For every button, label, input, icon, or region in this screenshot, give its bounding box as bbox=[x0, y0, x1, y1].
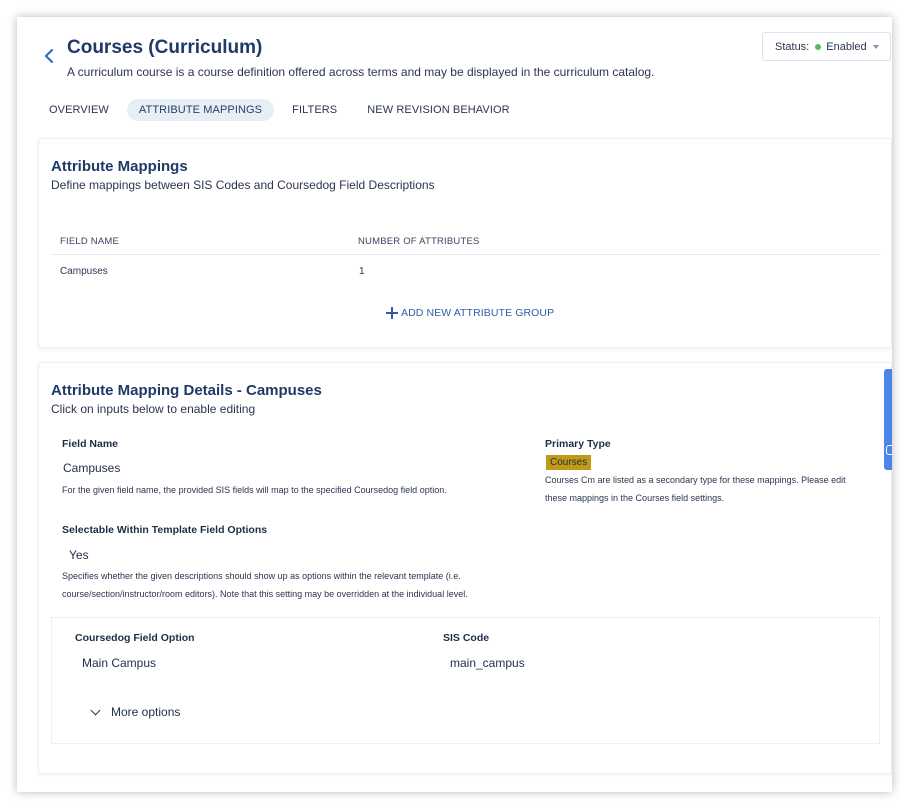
table-row-field-name[interactable]: Campuses bbox=[60, 266, 108, 277]
tab-attribute-mappings[interactable]: ATTRIBUTE MAPPINGS bbox=[126, 99, 275, 121]
add-new-attribute-group-button[interactable]: ADD NEW ATTRIBUTE GROUP bbox=[386, 307, 554, 319]
primary-type-help-line-2: these mappings in the Courses field sett… bbox=[545, 493, 725, 503]
back-arrow-icon[interactable] bbox=[42, 47, 58, 65]
page-subtitle: A curriculum course is a course definiti… bbox=[67, 65, 655, 79]
field-option-mapping-box: Coursedog Field Option Main Campus SIS C… bbox=[51, 617, 880, 744]
feedback-side-tab[interactable] bbox=[884, 369, 892, 470]
status-value: Enabled bbox=[826, 40, 867, 53]
attribute-mappings-description: Define mappings between SIS Codes and Co… bbox=[51, 178, 435, 192]
tab-new-revision-behavior[interactable]: NEW REVISION BEHAVIOR bbox=[355, 99, 521, 121]
attribute-mappings-title: Attribute Mappings bbox=[51, 158, 188, 175]
primary-type-help-line-1: Courses Cm are listed as a secondary typ… bbox=[545, 475, 846, 485]
column-header-field-name: FIELD NAME bbox=[60, 236, 120, 247]
attribute-mappings-panel: Attribute Mappings Define mappings betwe… bbox=[38, 138, 892, 348]
status-dot-icon bbox=[815, 43, 822, 50]
field-name-help: For the given field name, the provided S… bbox=[62, 485, 447, 495]
selectable-help-line-1: Specifies whether the given descriptions… bbox=[62, 571, 461, 581]
field-name-label: Field Name bbox=[62, 438, 119, 450]
chevron-down-icon bbox=[873, 45, 879, 49]
primary-type-badge: Courses bbox=[546, 455, 592, 470]
selectable-label: Selectable Within Template Field Options bbox=[62, 524, 268, 536]
plus-icon bbox=[386, 307, 398, 319]
more-options-label: More options bbox=[111, 705, 181, 719]
more-options-button[interactable]: More options bbox=[89, 705, 180, 719]
tab-overview[interactable]: OVERVIEW bbox=[37, 99, 121, 121]
status-label: Status: bbox=[775, 40, 810, 53]
add-new-attribute-group-label: ADD NEW ATTRIBUTE GROUP bbox=[401, 307, 555, 319]
attribute-mapping-details-panel: Attribute Mapping Details - Campuses Cli… bbox=[38, 362, 892, 774]
field-name-input[interactable]: Campuses bbox=[63, 461, 120, 475]
tab-bar: OVERVIEW ATTRIBUTE MAPPINGS FILTERS NEW … bbox=[37, 98, 528, 122]
page-title: Courses (Curriculum) bbox=[67, 37, 263, 58]
details-title: Attribute Mapping Details - Campuses bbox=[51, 382, 322, 399]
coursedog-field-option-input[interactable]: Main Campus bbox=[82, 656, 156, 670]
table-divider bbox=[51, 254, 881, 255]
chat-icon bbox=[886, 445, 892, 455]
sis-code-input[interactable]: main_campus bbox=[450, 656, 525, 670]
app-window: Courses (Curriculum) A curriculum course… bbox=[17, 17, 892, 792]
primary-type-label: Primary Type bbox=[545, 438, 611, 450]
selectable-help-line-2: course/section/instructor/room editors).… bbox=[62, 589, 468, 599]
details-description: Click on inputs below to enable editing bbox=[51, 402, 256, 416]
selectable-input[interactable]: Yes bbox=[69, 548, 89, 562]
chevron-down-icon bbox=[90, 705, 101, 715]
status-dropdown[interactable]: Status: Enabled bbox=[762, 32, 891, 61]
tab-filters[interactable]: FILTERS bbox=[280, 99, 349, 121]
column-header-number-of-attributes: NUMBER OF ATTRIBUTES bbox=[358, 236, 480, 247]
table-row-count[interactable]: 1 bbox=[359, 266, 365, 277]
sis-code-label: SIS Code bbox=[443, 632, 490, 644]
coursedog-field-option-label: Coursedog Field Option bbox=[75, 632, 195, 644]
